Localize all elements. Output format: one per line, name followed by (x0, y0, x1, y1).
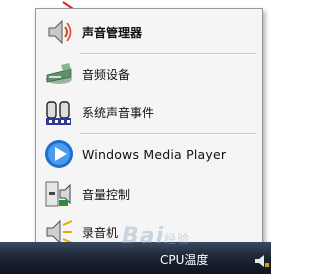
menu-item-sound-manager[interactable]: 声音管理器 (42, 15, 256, 49)
sound-events-icon (42, 95, 76, 129)
menu-separator (80, 133, 256, 135)
menu-item-label: 系统声音事件 (82, 105, 155, 120)
context-menu: 声音管理器 音频设备 系统声音事件 Windows Media Player 音… (35, 8, 263, 260)
menu-item-system-sound-events[interactable]: 系统声音事件 (42, 95, 256, 129)
menu-separator (80, 53, 256, 55)
menu-item-volume-control[interactable]: 音量控制 (42, 177, 256, 211)
menu-item-label: 录音机 (82, 225, 119, 240)
menu-item-label: 声音管理器 (82, 25, 143, 40)
menu-item-label: Windows Media Player (82, 146, 227, 162)
tray-speaker-icon[interactable] (254, 253, 270, 272)
audio-device-icon (42, 57, 76, 91)
menu-item-audio-devices[interactable]: 音频设备 (42, 57, 256, 91)
menu-item-label: 音频设备 (82, 67, 131, 82)
menu-item-windows-media-player[interactable]: Windows Media Player (42, 137, 256, 171)
watermark: Bai经验 (122, 224, 191, 249)
media-player-icon (42, 137, 76, 171)
volume-control-icon (42, 177, 76, 211)
menu-item-label: 音量控制 (82, 187, 131, 202)
speaker-icon (42, 15, 76, 49)
tray-cpu-temperature[interactable]: CPU温度 (160, 251, 208, 268)
